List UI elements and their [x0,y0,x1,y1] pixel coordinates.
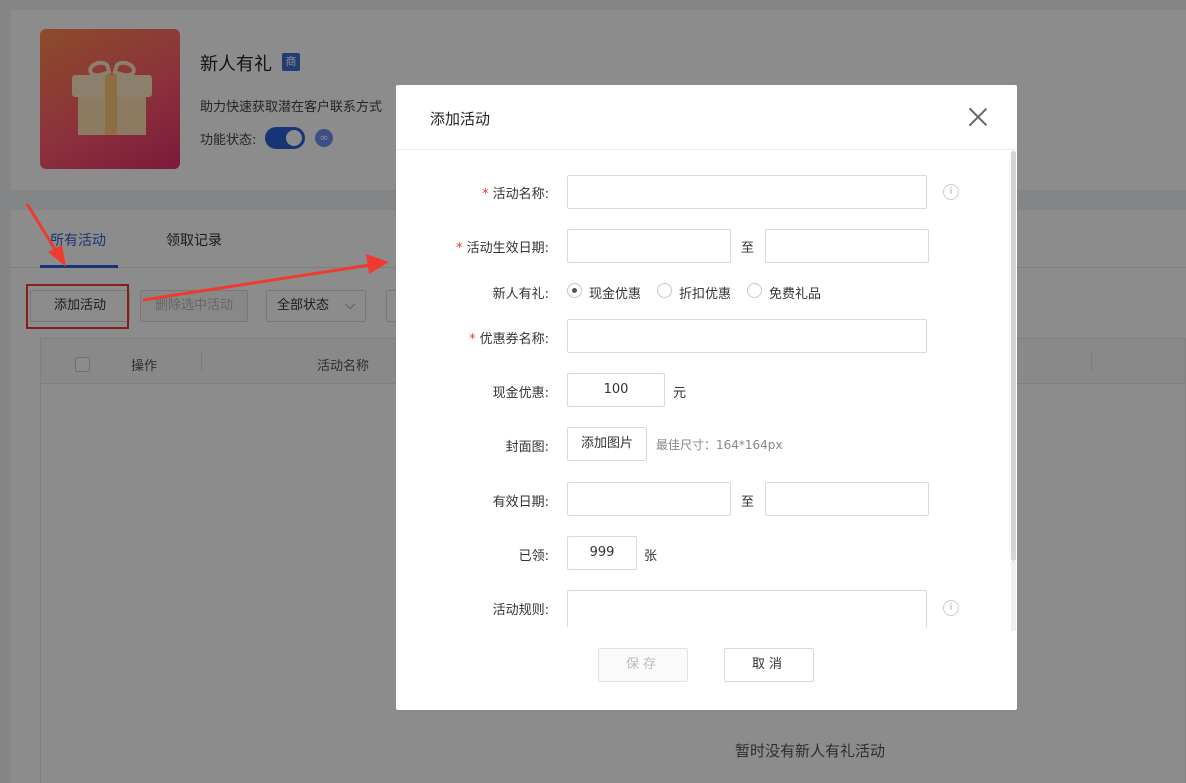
claimed-label: 已领: [518,549,549,564]
radio-cash-discount[interactable] [567,283,582,298]
valid-start-date-input[interactable] [567,482,731,516]
claimed-unit-label: 张 [644,549,658,564]
info-icon[interactable]: i [943,184,959,200]
coupon-name-label: * 优惠券名称: [469,332,549,347]
activity-name-input[interactable] [567,175,927,209]
radio-percent-discount-label[interactable]: 折扣优惠 [679,283,731,302]
valid-date-separator: 至 [741,495,755,510]
valid-date-label: 有效日期: [492,495,549,510]
dialog-title: 添加活动 [430,110,491,128]
cover-size-hint: 最佳尺寸：164*164px [656,438,783,452]
date-separator: 至 [741,241,755,256]
effective-start-date-input[interactable] [567,229,731,263]
cancel-button[interactable]: 取消 [724,648,814,682]
coupon-name-input[interactable] [567,319,927,353]
effective-date-label: * 活动生效日期: [456,241,549,256]
add-image-button[interactable]: 添加图片 [567,427,647,461]
claimed-count-input[interactable]: 999 [567,536,637,570]
activity-name-label: * 活动名称: [482,187,549,202]
cash-unit-label: 元 [673,386,687,401]
cover-label: 封面图: [505,440,549,455]
dialog-scrollbar[interactable] [1011,151,1016,561]
info-icon[interactable]: i [943,600,959,616]
radio-free-gift[interactable] [747,283,762,298]
add-activity-dialog: 添加活动 * 活动名称: i * 活动生效日期: 至 新人有礼: 现金优惠 折扣优惠… [396,85,1017,710]
cash-discount-label: 现金优惠: [492,386,549,401]
radio-free-gift-label[interactable]: 免费礼品 [769,283,821,302]
cash-discount-input[interactable]: 100 [567,373,665,407]
close-icon[interactable] [968,107,988,127]
radio-cash-discount-label[interactable]: 现金优惠 [589,283,641,302]
valid-end-date-input[interactable] [765,482,929,516]
dialog-header: 添加活动 [396,85,1017,150]
rules-label: 活动规则: [492,603,549,618]
effective-end-date-input[interactable] [765,229,929,263]
scrollbar-track [1011,561,1016,631]
rules-textarea[interactable] [567,590,927,628]
save-button[interactable]: 保存 [598,648,688,682]
gift-type-label: 新人有礼: [492,287,549,302]
radio-percent-discount[interactable] [657,283,672,298]
